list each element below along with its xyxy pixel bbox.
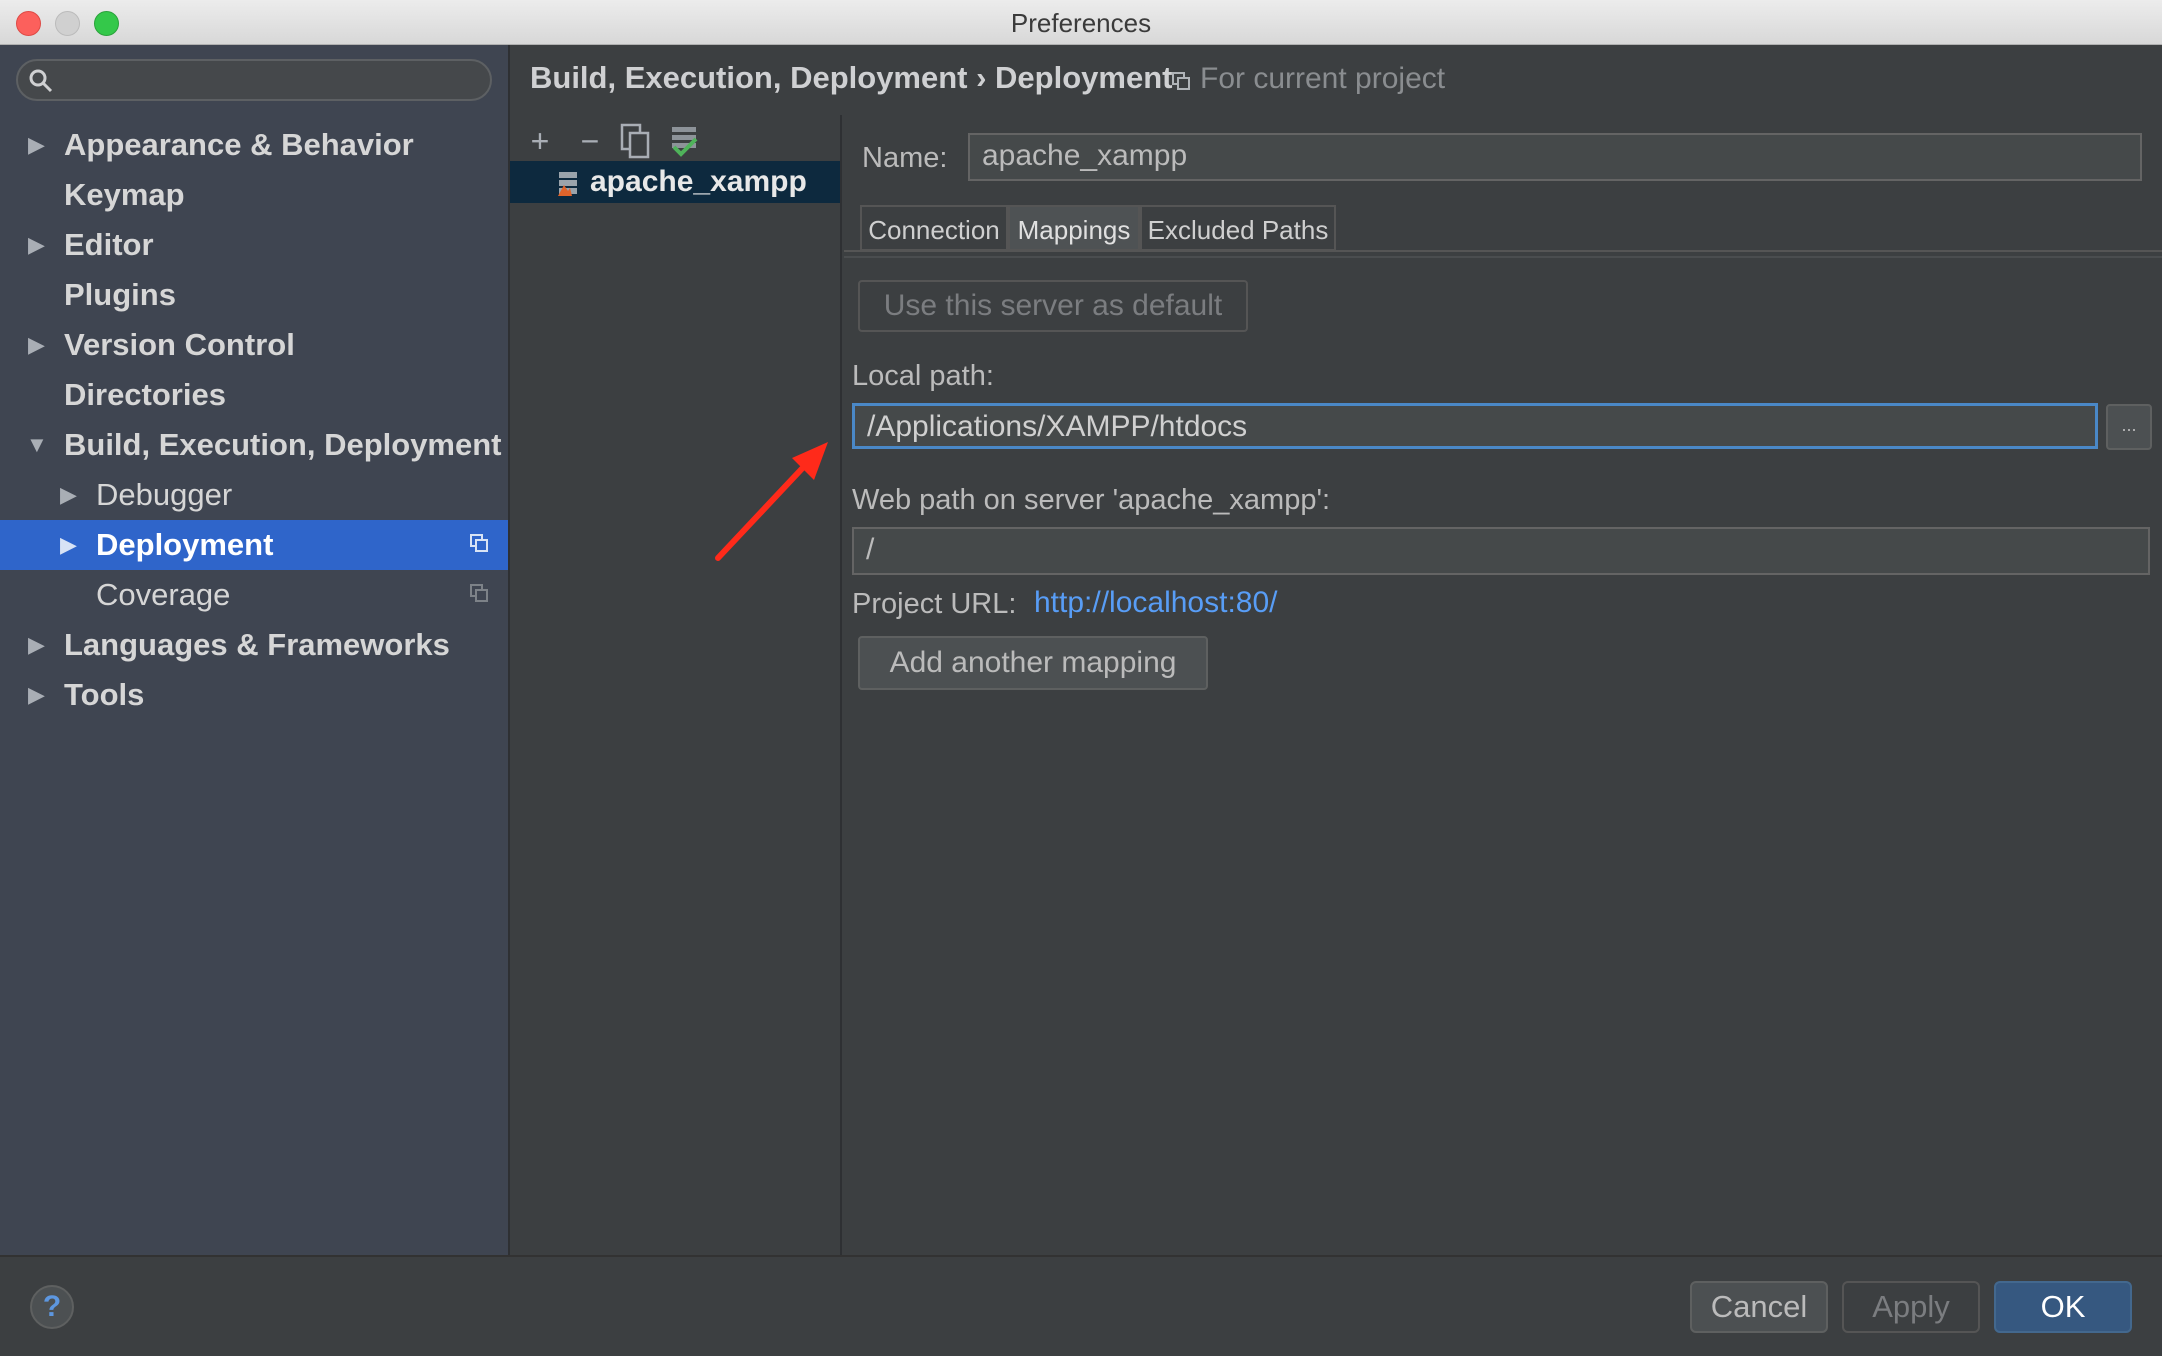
sidebar-item-label: Build, Execution, Deployment — [64, 427, 502, 462]
ok-button[interactable]: OK — [1994, 1281, 2132, 1333]
server-name-field[interactable]: apache_xampp — [968, 133, 2142, 181]
help-button[interactable]: ? — [30, 1285, 74, 1329]
project-scope-icon — [470, 534, 488, 552]
settings-sidebar: ▶ Appearance & Behavior Keymap ▶ Editor … — [0, 45, 510, 1255]
sidebar-item-keymap[interactable]: Keymap — [0, 170, 508, 220]
expand-arrow-icon[interactable]: ▶ — [28, 120, 45, 170]
sidebar-item-build-execution-deployment[interactable]: ▼ Build, Execution, Deployment — [0, 420, 508, 470]
dialog-footer: ? Cancel Apply OK — [0, 1255, 2162, 1356]
expand-arrow-icon[interactable]: ▶ — [28, 670, 45, 720]
sidebar-item-directories[interactable]: Directories — [0, 370, 508, 420]
project-scope-icon — [470, 584, 488, 602]
copy-server-icon[interactable] — [618, 123, 652, 159]
sidebar-item-tools[interactable]: ▶ Tools — [0, 670, 508, 720]
project-url-link[interactable]: http://localhost:80/ — [1034, 586, 1278, 620]
title-bar: Preferences — [0, 0, 2162, 45]
tab-mappings[interactable]: Mappings — [1008, 205, 1140, 251]
tab-connection[interactable]: Connection — [860, 205, 1008, 251]
browse-button[interactable]: ... — [2106, 404, 2152, 450]
sidebar-item-languages-frameworks[interactable]: ▶ Languages & Frameworks — [0, 620, 508, 670]
annotation-arrow-icon — [715, 442, 828, 561]
server-list-pane: + − apache_xampp — [510, 115, 842, 1255]
expand-arrow-icon[interactable]: ▶ — [60, 470, 77, 520]
sidebar-item-label: Editor — [64, 227, 154, 262]
sidebar-item-label: Debugger — [96, 477, 233, 512]
collapse-arrow-icon[interactable]: ▼ — [26, 420, 48, 470]
sidebar-item-appearance-behavior[interactable]: ▶ Appearance & Behavior — [0, 120, 508, 170]
server-name: apache_xampp — [590, 165, 807, 198]
server-list-item[interactable]: apache_xampp — [510, 161, 840, 203]
apply-button[interactable]: Apply — [1842, 1281, 1980, 1333]
use-as-default-button[interactable]: Use this server as default — [858, 280, 1248, 332]
sidebar-item-label: Appearance & Behavior — [64, 127, 414, 162]
sidebar-item-editor[interactable]: ▶ Editor — [0, 220, 508, 270]
window-title: Preferences — [1010, 8, 1152, 38]
cancel-button[interactable]: Cancel — [1690, 1281, 1828, 1333]
sidebar-item-label: Coverage — [96, 577, 231, 612]
sidebar-item-label: Version Control — [64, 327, 295, 362]
web-path-field[interactable]: / — [852, 527, 2150, 575]
tab-divider — [844, 256, 2162, 258]
sidebar-item-debugger[interactable]: ▶ Debugger — [0, 470, 508, 520]
expand-arrow-icon[interactable]: ▶ — [28, 620, 45, 670]
local-path-field[interactable]: /Applications/XAMPP/htdocs — [852, 403, 2098, 449]
expand-arrow-icon[interactable]: ▶ — [60, 520, 77, 570]
add-server-icon[interactable]: + — [522, 123, 558, 159]
scope-hint: For current project — [1200, 62, 1446, 95]
search-input[interactable] — [16, 59, 492, 101]
add-mapping-button[interactable]: Add another mapping — [858, 636, 1208, 690]
sidebar-item-coverage[interactable]: Coverage — [0, 570, 508, 620]
expand-arrow-icon[interactable]: ▶ — [28, 320, 45, 370]
sidebar-item-label: Plugins — [64, 277, 176, 312]
set-default-server-icon[interactable] — [668, 123, 702, 159]
sidebar-item-deployment[interactable]: ▶ Deployment — [0, 520, 508, 570]
project-url-label: Project URL: — [852, 588, 1017, 620]
tab-excluded-paths[interactable]: Excluded Paths — [1140, 205, 1336, 251]
sidebar-item-version-control[interactable]: ▶ Version Control — [0, 320, 508, 370]
sidebar-item-label: Directories — [64, 377, 226, 412]
search-icon — [29, 69, 53, 93]
sidebar-item-label: Keymap — [64, 177, 185, 212]
sidebar-item-label: Tools — [64, 677, 145, 712]
name-label: Name: — [862, 142, 948, 174]
breadcrumb: Build, Execution, Deployment › Deploymen… — [530, 60, 1173, 95]
sidebar-item-label: Deployment — [96, 527, 274, 562]
expand-arrow-icon[interactable]: ▶ — [28, 220, 45, 270]
local-path-label: Local path: — [852, 360, 994, 392]
web-path-label: Web path on server 'apache_xampp': — [852, 484, 1331, 516]
project-scope-icon — [1172, 72, 1190, 90]
remove-server-icon[interactable]: − — [572, 123, 608, 159]
server-icon — [558, 172, 577, 196]
sidebar-item-label: Languages & Frameworks — [64, 627, 450, 662]
sidebar-item-plugins[interactable]: Plugins — [0, 270, 508, 320]
